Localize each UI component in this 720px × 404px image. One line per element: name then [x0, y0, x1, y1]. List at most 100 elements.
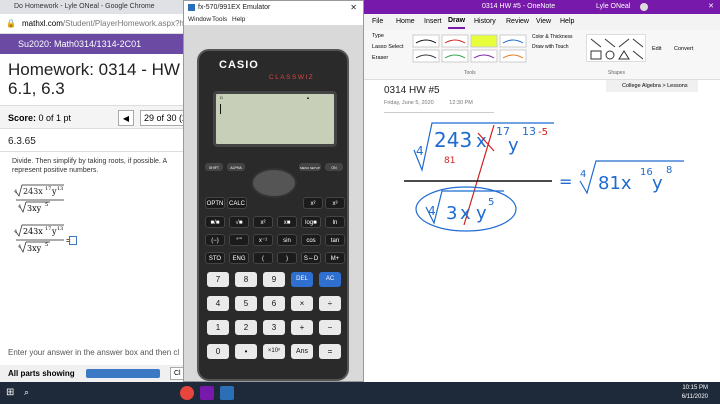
parts-label: All parts showing: [8, 369, 75, 378]
tab-file[interactable]: File: [372, 14, 383, 30]
key-on[interactable]: ON: [325, 163, 343, 171]
key-eng[interactable]: ENG: [229, 252, 249, 264]
tab-view[interactable]: View: [536, 14, 551, 30]
onenote-window: 0314 HW #5 - OneNote Lyle ONeal ✕ File H…: [364, 0, 720, 382]
key-shift[interactable]: SHIFT: [205, 163, 223, 171]
key-x-squared[interactable]: x²: [303, 197, 323, 209]
key-ln[interactable]: ln: [325, 216, 345, 228]
key-square[interactable]: x²: [253, 216, 273, 228]
key-divide[interactable]: ÷: [319, 296, 341, 311]
shapes-gallery[interactable]: [586, 34, 646, 62]
prompt-line2: represent positive numbers.: [12, 167, 99, 174]
svg-text:17: 17: [45, 226, 51, 232]
prev-question-button[interactable]: ◀: [118, 110, 134, 126]
key-del[interactable]: DEL: [291, 272, 313, 287]
key-power[interactable]: x■: [277, 216, 297, 228]
tab-help[interactable]: Help: [560, 14, 574, 30]
onenote-icon[interactable]: [200, 386, 214, 400]
key-9[interactable]: 9: [263, 272, 285, 287]
tab-draw[interactable]: Draw: [448, 14, 466, 29]
color-thickness-button[interactable]: Color & Thickness: [532, 34, 572, 40]
key-alpha[interactable]: ALPHA: [227, 163, 245, 171]
key-menu[interactable]: MENU SETUP: [299, 163, 321, 171]
answer-input-box[interactable]: [69, 236, 77, 245]
key-open-paren[interactable]: (: [253, 252, 273, 264]
page-date: Friday, June 5, 2020 12:30 PM: [384, 100, 473, 106]
svg-text:3xy: 3xy: [27, 204, 42, 213]
key-fraction[interactable]: ■/■: [205, 216, 225, 228]
key-optn[interactable]: OPTN: [205, 197, 225, 209]
key-7[interactable]: 7: [207, 272, 229, 287]
notebook-tab[interactable]: College Algebra > Lessons: [606, 80, 698, 92]
key-5[interactable]: 5: [235, 296, 257, 311]
key-ans[interactable]: Ans: [291, 344, 313, 359]
expression-answer-line: 4 243x 17 y 13 4 3xy 5 =: [14, 224, 71, 253]
emulator-icon[interactable]: [220, 386, 234, 400]
key-ac[interactable]: AC: [319, 272, 341, 287]
key-8[interactable]: 8: [235, 272, 257, 287]
close-icon[interactable]: ✕: [350, 1, 357, 14]
svg-text:4: 4: [14, 189, 17, 195]
eraser-tool[interactable]: Eraser: [372, 55, 388, 61]
menu-help[interactable]: Help: [232, 14, 245, 25]
edit-button[interactable]: Edit: [652, 46, 661, 52]
menu-tools[interactable]: Tools: [212, 14, 227, 25]
key-sd[interactable]: S⇔D: [301, 252, 321, 264]
key-sqrt[interactable]: √■: [229, 216, 249, 228]
title-underline: [384, 112, 494, 113]
key-close-paren[interactable]: ): [277, 252, 297, 264]
key-plus[interactable]: +: [291, 320, 313, 335]
clock-time: 10:15 PM: [682, 385, 708, 391]
tab-home[interactable]: Home: [396, 14, 415, 30]
type-tool[interactable]: Type: [372, 33, 384, 39]
clock-date: 6/11/2020: [681, 394, 708, 400]
tab-insert[interactable]: Insert: [424, 14, 442, 30]
windows-start-icon[interactable]: ⊞: [6, 387, 14, 398]
svg-text:4: 4: [428, 204, 436, 218]
key-tan[interactable]: tan: [325, 234, 345, 246]
key-4[interactable]: 4: [207, 296, 229, 311]
key-cos[interactable]: cos: [301, 234, 321, 246]
key-0[interactable]: 0: [207, 344, 229, 359]
tab-review[interactable]: Review: [506, 14, 529, 30]
direction-pad[interactable]: [251, 168, 297, 198]
key-m-plus[interactable]: M+: [325, 252, 345, 264]
key-x-cubed[interactable]: x³: [325, 197, 345, 209]
search-icon[interactable]: ⌕: [24, 387, 29, 398]
key-sin[interactable]: sin: [277, 234, 297, 246]
tab-history[interactable]: History: [474, 14, 496, 30]
key-sto[interactable]: STO: [205, 252, 225, 264]
svg-text:5: 5: [488, 197, 494, 208]
key-decimal[interactable]: •: [235, 344, 257, 359]
draw-with-touch-button[interactable]: Draw with Touch: [532, 44, 569, 50]
key-multiply[interactable]: ×: [291, 296, 313, 311]
key-minus[interactable]: −: [319, 320, 341, 335]
close-icon[interactable]: ✕: [708, 0, 714, 14]
menu-window[interactable]: Window: [188, 14, 211, 25]
emulator-menu: Window Tools Help: [184, 14, 363, 25]
key-equals[interactable]: =: [319, 344, 341, 359]
key-degree[interactable]: °'": [229, 234, 249, 246]
ribbon-tabs: File Home Insert Draw History Review Vie…: [364, 14, 720, 30]
key-exp10[interactable]: ×10ˣ: [263, 344, 285, 359]
convert-button[interactable]: Convert: [674, 46, 693, 52]
key-6[interactable]: 6: [263, 296, 285, 311]
page-time-text: 12:30 PM: [449, 100, 473, 106]
key-calc[interactable]: CALC: [227, 197, 247, 209]
key-reciprocal[interactable]: x⁻¹: [253, 234, 273, 246]
key-3[interactable]: 3: [263, 320, 285, 335]
svg-text:13: 13: [522, 125, 536, 138]
svg-text:17: 17: [45, 186, 51, 192]
url-domain[interactable]: mathxl.com: [22, 19, 63, 28]
lasso-tool[interactable]: Lasso Select: [372, 44, 404, 50]
key-1[interactable]: 1: [207, 320, 229, 335]
key-2[interactable]: 2: [235, 320, 257, 335]
key-log[interactable]: log■: [301, 216, 321, 228]
key-negative[interactable]: (−): [205, 234, 225, 246]
pen-gallery[interactable]: [412, 34, 528, 64]
chrome-icon[interactable]: [180, 386, 194, 400]
user-name: Lyle ONeal: [596, 3, 631, 10]
avatar[interactable]: [640, 3, 648, 11]
clock[interactable]: 10:15 PM 6/11/2020: [682, 384, 708, 402]
homework-title-line1: Homework: 0314 - HW: [8, 60, 180, 79]
